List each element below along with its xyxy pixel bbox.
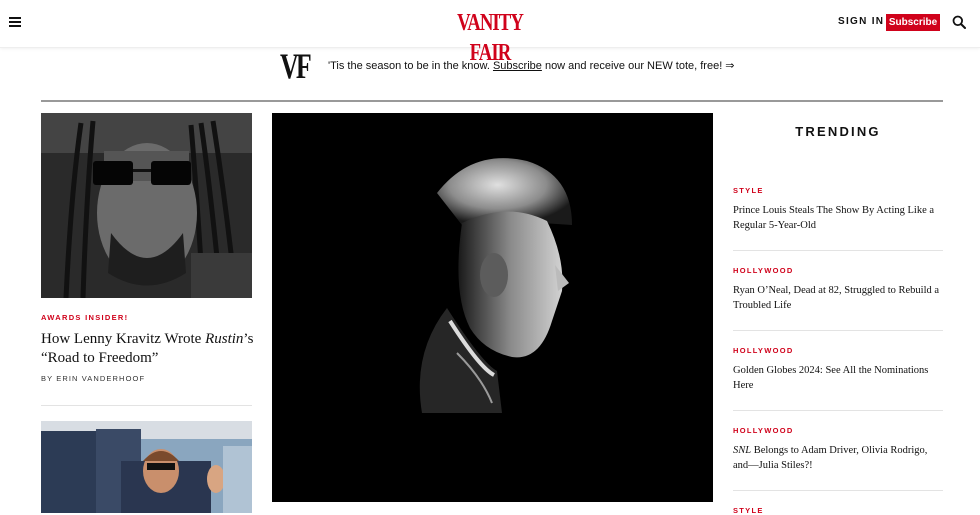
hero-image-profile-portrait[interactable] — [272, 113, 713, 502]
promo-subscribe-link[interactable]: Subscribe — [493, 60, 542, 72]
trending-separator — [733, 410, 943, 411]
trending-separator — [733, 490, 943, 491]
trending-heading: TRENDING — [795, 124, 881, 139]
promo-text-after: now and receive our NEW tote, free! ⇒ — [541, 60, 735, 72]
trending-item[interactable]: HOLLYWOOD Ryan O’Neal, Dead at 82, Strug… — [733, 266, 943, 313]
trending-kicker[interactable]: HOLLYWOOD — [733, 266, 943, 275]
trending-headline[interactable]: Ryan O’Neal, Dead at 82, Struggled to Re… — [733, 283, 943, 313]
hamburger-menu-icon[interactable] — [9, 17, 21, 27]
trending-kicker[interactable]: STYLE — [733, 186, 943, 195]
headline-text: Belongs to Adam Driver, Olivia Rodrigo, … — [733, 445, 928, 471]
headline-italic-title: SNL — [733, 445, 752, 456]
vf-monogram-logo: VF — [280, 46, 312, 86]
story-image-lenny-kravitz[interactable] — [41, 113, 252, 298]
promo-text-before: 'Tis the season to be in the know. — [328, 60, 493, 72]
trending-item[interactable]: HOLLYWOOD SNL Belongs to Adam Driver, Ol… — [733, 426, 943, 473]
trending-headline[interactable]: Prince Louis Steals The Show By Acting L… — [733, 203, 943, 233]
trending-item[interactable]: STYLE — [733, 506, 943, 515]
headline-part-1: How Lenny Kravitz Wrote — [41, 331, 206, 347]
story-image-prince-harry[interactable] — [41, 421, 252, 513]
subscribe-button[interactable]: Subscribe — [886, 14, 940, 31]
story-byline[interactable]: BY ERIN VANDERHOOF — [41, 374, 145, 383]
trending-headline[interactable]: Golden Globes 2024: See All the Nominati… — [733, 363, 943, 393]
story-separator — [41, 405, 252, 406]
trending-headline[interactable]: SNL Belongs to Adam Driver, Olivia Rodri… — [733, 443, 943, 473]
promo-text: 'Tis the season to be in the know. Subsc… — [328, 59, 735, 72]
headline-italic-title: Rustin — [205, 331, 244, 347]
trending-item[interactable]: STYLE Prince Louis Steals The Show By Ac… — [733, 186, 943, 233]
top-navigation-bar: VANITY FAIR SIGN IN Subscribe — [0, 0, 980, 66]
story-kicker[interactable]: AWARDS INSIDER! — [41, 313, 128, 322]
sign-in-link[interactable]: SIGN IN — [838, 16, 884, 27]
trending-item[interactable]: HOLLYWOOD Golden Globes 2024: See All th… — [733, 346, 943, 393]
section-divider — [41, 100, 943, 102]
trending-separator — [733, 330, 943, 331]
trending-kicker[interactable]: HOLLYWOOD — [733, 426, 943, 435]
trending-separator — [733, 250, 943, 251]
trending-kicker[interactable]: HOLLYWOOD — [733, 346, 943, 355]
story-headline[interactable]: How Lenny Kravitz Wrote Rustin’s “Road t… — [41, 330, 256, 368]
search-icon[interactable] — [952, 15, 966, 29]
trending-kicker[interactable]: STYLE — [733, 506, 943, 515]
